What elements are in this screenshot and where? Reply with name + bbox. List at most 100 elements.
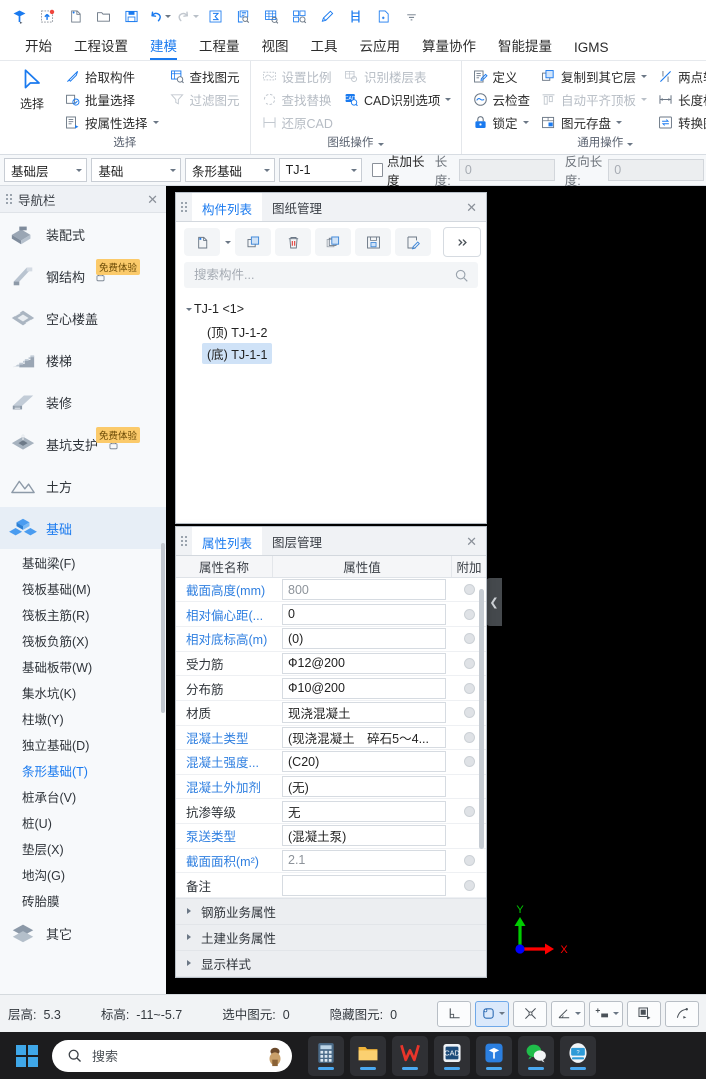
copy-to-other-floor-item[interactable]: 复制到其它层 <box>536 65 651 87</box>
property-value[interactable]: 0 <box>282 603 446 625</box>
panel-collapse-handle[interactable]: ❮ <box>486 578 502 626</box>
taskbar-cad[interactable]: CAD <box>434 1035 470 1076</box>
table-query-icon[interactable] <box>258 3 284 29</box>
component-select-caret[interactable] <box>351 168 357 172</box>
tab-start[interactable]: 开始 <box>14 33 63 60</box>
tree-expand-caret[interactable] <box>182 307 194 311</box>
select-tool-button[interactable]: 选择 <box>6 65 58 114</box>
sidebar-item-isolated-foundation[interactable]: 独立基础(D) <box>0 731 166 757</box>
property-value[interactable]: (无) <box>282 776 446 798</box>
auto-align-slab-caret[interactable] <box>641 97 648 101</box>
sidebar-item-trench[interactable]: 地沟(G) <box>0 861 166 887</box>
tree-node-tj1[interactable]: TJ-1 <1> <box>176 298 486 320</box>
save-image-button[interactable] <box>355 228 391 256</box>
pick-component-item[interactable]: 拾取构件 <box>60 65 163 87</box>
new-component-button[interactable] <box>184 228 220 256</box>
property-value[interactable] <box>282 874 446 896</box>
property-attach[interactable] <box>452 854 486 866</box>
sidebar-item-hollow-floor[interactable]: 空心楼盖 <box>0 297 166 339</box>
rename-button[interactable] <box>395 228 431 256</box>
intersection-snap-button[interactable] <box>513 1000 548 1027</box>
angle-snap-caret[interactable] <box>574 1012 581 1015</box>
sidebar-item-column-pier[interactable]: 柱墩(Y) <box>0 705 166 731</box>
tab-tools[interactable]: 工具 <box>300 33 349 60</box>
property-value[interactable]: Ф12@200 <box>282 652 446 674</box>
tree-node-tj1-1[interactable]: (底) TJ-1-1 <box>176 342 486 364</box>
object-snap-button[interactable] <box>475 1000 510 1027</box>
table-row[interactable]: 抗渗等级 无 <box>176 799 486 825</box>
component-type-select-caret[interactable] <box>263 168 270 172</box>
table-row[interactable]: 截面高度(mm) 800 <box>176 578 486 603</box>
two-point-axis-item[interactable]: 两点辅轴 <box>653 65 706 87</box>
new-file-icon[interactable] <box>62 3 88 29</box>
delete-component-button[interactable] <box>275 228 311 256</box>
sidebar-item-pile-cap[interactable]: 桩承台(V) <box>0 783 166 809</box>
add-point-button[interactable] <box>589 1000 624 1027</box>
point-add-length-box[interactable] <box>372 163 384 177</box>
property-value[interactable]: 无 <box>282 800 446 822</box>
navigation-drag-grip[interactable] <box>6 194 12 204</box>
component-panel-close-icon[interactable]: ✕ <box>457 193 486 221</box>
length-input[interactable]: 0 <box>458 159 555 181</box>
element-display-button[interactable] <box>627 1000 662 1027</box>
redo-dropdown-caret[interactable] <box>193 14 199 18</box>
search-icon[interactable] <box>453 267 470 284</box>
component-panel-drag-grip[interactable] <box>176 193 192 221</box>
layer-copy-button[interactable] <box>315 228 351 256</box>
taskbar-search[interactable]: 搜索 <box>52 1039 292 1072</box>
length-dimension-item[interactable]: 长度标注 <box>653 88 706 110</box>
save-icon[interactable] <box>118 3 144 29</box>
table-row[interactable]: 受力筋 Ф12@200 <box>176 652 486 677</box>
table-row[interactable]: 混凝土强度... (C20) <box>176 750 486 775</box>
cad-recognize-options-caret[interactable] <box>445 97 452 101</box>
sidebar-item-prefab[interactable]: 装配式 <box>0 213 166 255</box>
more-icon[interactable] <box>398 3 424 29</box>
table-row[interactable]: 相对底标高(m) (0) <box>176 627 486 652</box>
taskbar-wechat[interactable] <box>518 1035 554 1076</box>
property-value[interactable]: 现浇混凝土 <box>282 702 446 724</box>
sidebar-item-decoration[interactable]: 装修 <box>0 381 166 423</box>
edit-pen-icon[interactable] <box>314 3 340 29</box>
find-element-item[interactable]: 查找图元 <box>165 65 244 87</box>
navigation-close-icon[interactable]: ✕ <box>145 193 160 206</box>
taskbar-wps[interactable] <box>392 1035 428 1076</box>
find-replace-item[interactable]: 查找替换 <box>257 88 337 110</box>
tab-igms[interactable]: IGMS <box>563 38 620 60</box>
app-logo-icon[interactable] <box>6 3 32 29</box>
property-panel-close-icon[interactable]: ✕ <box>457 527 486 555</box>
table-row[interactable]: 混凝土类型 (现浇混凝土 碎石5～4... <box>176 726 486 751</box>
navigation-scrollbar[interactable] <box>161 543 165 713</box>
sidebar-item-foundation-slab-band[interactable]: 基础板带(W) <box>0 653 166 679</box>
sidebar-item-brick-formwork[interactable]: 砖胎膜 <box>0 887 166 913</box>
reverse-length-input[interactable]: 0 <box>608 159 705 181</box>
tab-layer-management[interactable]: 图层管理 <box>262 527 332 555</box>
element-save-caret[interactable] <box>616 120 623 124</box>
table-row[interactable]: 截面面积(m²) 2.1 <box>176 849 486 874</box>
sidebar-item-foundation[interactable]: 基础 <box>0 507 166 549</box>
point-add-length-checkbox[interactable]: 点加长度 <box>372 151 425 189</box>
sidebar-item-foundation-beam[interactable]: 基础梁(F) <box>0 549 166 575</box>
pdf-icon[interactable] <box>370 3 396 29</box>
drawing-ops-title-caret[interactable] <box>377 143 384 146</box>
batch-select-item[interactable]: 批量选择 <box>60 88 163 110</box>
taskbar-helper[interactable]: ? <box>560 1035 596 1076</box>
sidebar-item-foundation-pit[interactable]: 基坑支护 免费体验 <box>0 423 166 465</box>
tab-modeling[interactable]: 建模 <box>139 33 188 60</box>
tab-quantity[interactable]: 工程量 <box>188 33 251 60</box>
property-value[interactable]: (现浇混凝土 碎石5～4... <box>282 726 446 748</box>
general-ops-title-caret[interactable] <box>627 143 634 146</box>
expand-button[interactable] <box>443 227 481 257</box>
define-item[interactable]: 定义 <box>468 65 535 87</box>
property-value[interactable]: (C20) <box>282 751 446 773</box>
component-select[interactable]: TJ-1 <box>278 158 362 182</box>
ortho-mode-button[interactable] <box>437 1000 472 1027</box>
floor-select[interactable]: 基础层 <box>4 158 88 182</box>
search-input[interactable] <box>192 267 453 283</box>
lock-item[interactable]: 锁定 <box>468 111 535 133</box>
sidebar-item-cushion[interactable]: 垫层(X) <box>0 835 166 861</box>
select-by-property-item[interactable]: 按属性选择 <box>60 111 163 133</box>
tab-smart-quantity[interactable]: 智能提量 <box>487 33 563 60</box>
sum-icon[interactable] <box>202 3 228 29</box>
cad-recognize-options-item[interactable]: CAD CAD识别选项 <box>339 88 455 110</box>
property-value[interactable]: 800 <box>282 579 446 601</box>
